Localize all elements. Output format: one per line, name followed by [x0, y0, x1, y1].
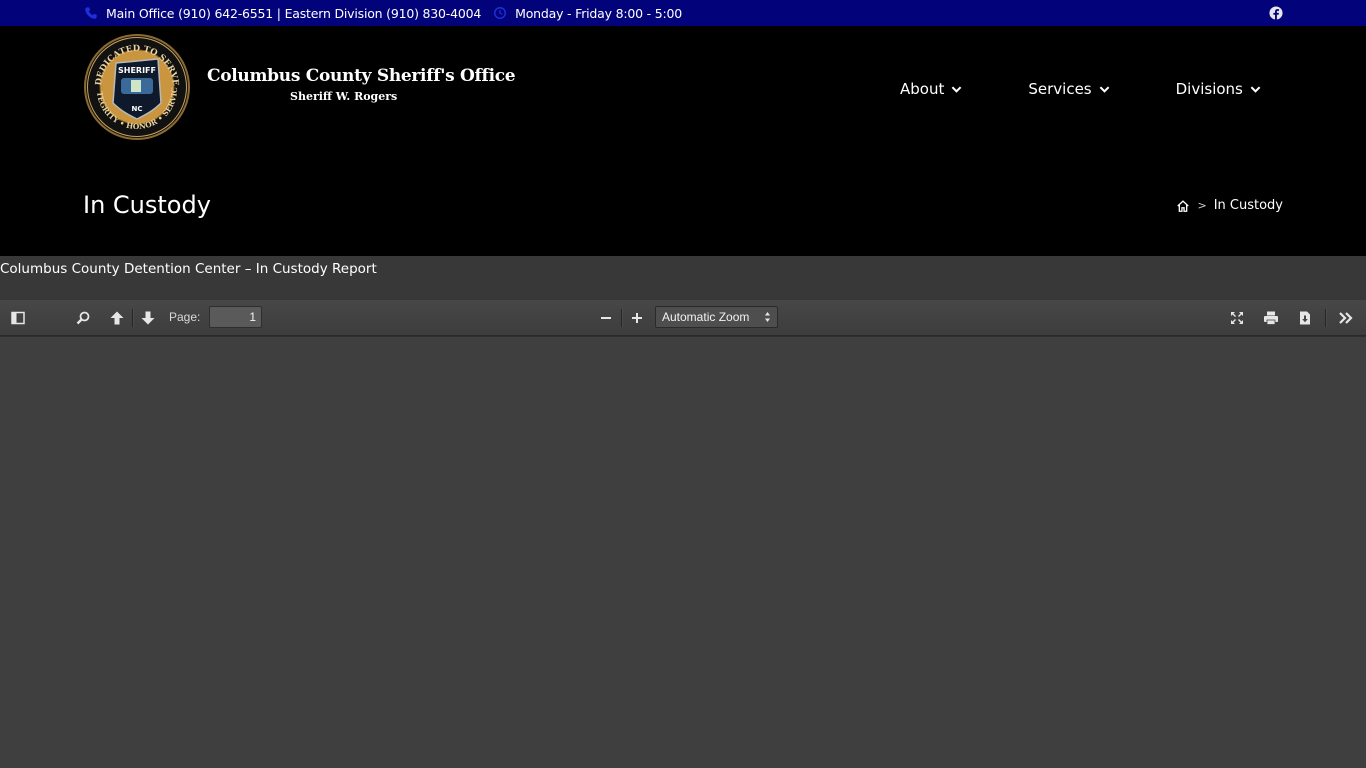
logo-shield-bottom: NC — [132, 105, 143, 113]
zoom-in-button[interactable] — [627, 308, 647, 328]
print-button[interactable] — [1261, 308, 1281, 328]
site-header: DEDICATED TO SERVE INTEGRITY • HONOR • S… — [0, 26, 1366, 156]
next-page-button[interactable] — [138, 308, 158, 328]
chevron-down-icon — [1099, 85, 1109, 93]
double-chevron-right-icon — [1339, 312, 1353, 324]
breadcrumb-current: In Custody — [1213, 198, 1283, 213]
page-number-input[interactable] — [209, 306, 262, 328]
nav-item-services[interactable]: Services — [1028, 80, 1109, 98]
select-arrows-icon — [765, 312, 770, 322]
document-title: Columbus County Detention Center – In Cu… — [0, 261, 377, 277]
top-info-bar: Main Office (910) 642-6551 | Eastern Div… — [0, 0, 1366, 26]
arrow-down-icon — [141, 311, 155, 325]
zoom-select[interactable]: Automatic Zoom — [655, 306, 778, 328]
site-subtitle: Sheriff W. Rogers — [290, 90, 398, 103]
logo-shield-top: SHERIFF — [118, 66, 156, 75]
download-icon — [1300, 311, 1310, 325]
office-hours: Monday - Friday 8:00 - 5:00 — [515, 5, 683, 21]
breadcrumb-separator: > — [1197, 199, 1207, 212]
presentation-mode-button[interactable] — [1227, 308, 1247, 328]
download-button[interactable] — [1295, 308, 1315, 328]
chevron-down-icon — [952, 85, 962, 93]
sidebar-icon — [11, 311, 25, 325]
nav-item-divisions[interactable]: Divisions — [1176, 80, 1261, 98]
toolbar-divider — [1325, 309, 1326, 327]
toolbar-divider — [621, 309, 622, 327]
pdf-viewer: Page: Automatic Zoom — [0, 300, 1366, 768]
search-icon — [76, 311, 90, 325]
nav-label: About — [900, 80, 945, 98]
facebook-icon[interactable] — [1269, 6, 1283, 20]
main-content: Columbus County Detention Center – In Cu… — [0, 256, 1366, 768]
plus-icon — [632, 313, 642, 323]
phone-icon — [85, 7, 97, 19]
site-title[interactable]: Columbus County Sheriff's Office — [207, 66, 516, 86]
sheriff-badge-logo[interactable]: DEDICATED TO SERVE INTEGRITY • HONOR • S… — [83, 33, 191, 141]
zoom-out-button[interactable] — [596, 308, 616, 328]
find-button[interactable] — [73, 308, 93, 328]
print-icon — [1264, 311, 1278, 325]
nav-label: Divisions — [1175, 80, 1243, 98]
sidebar-toggle-button[interactable] — [8, 308, 28, 328]
clock-icon — [494, 7, 507, 19]
tools-button[interactable] — [1336, 308, 1356, 328]
breadcrumb: > In Custody — [1176, 198, 1283, 213]
home-icon[interactable] — [1176, 199, 1190, 213]
nav-label: Services — [1028, 80, 1092, 98]
main-nav: About Services Divisions — [900, 80, 1261, 98]
previous-page-button[interactable] — [107, 308, 127, 328]
zoom-select-value: Automatic Zoom — [662, 310, 750, 324]
minus-icon — [601, 317, 611, 319]
pdf-document-area[interactable] — [0, 337, 1366, 768]
contact-info: Main Office (910) 642-6551 | Eastern Div… — [84, 0, 682, 26]
page-label: Page: — [169, 310, 201, 324]
nav-item-about[interactable]: About — [900, 80, 962, 98]
page-title: In Custody — [83, 191, 211, 219]
arrow-up-icon — [110, 311, 124, 325]
page-title-section: In Custody > In Custody — [0, 156, 1366, 256]
fullscreen-icon — [1231, 312, 1243, 324]
pdf-toolbar: Page: Automatic Zoom — [0, 300, 1366, 336]
chevron-down-icon — [1250, 85, 1261, 93]
contact-phones: Main Office (910) 642-6551 | Eastern Div… — [106, 5, 482, 21]
toolbar-divider — [132, 309, 133, 327]
